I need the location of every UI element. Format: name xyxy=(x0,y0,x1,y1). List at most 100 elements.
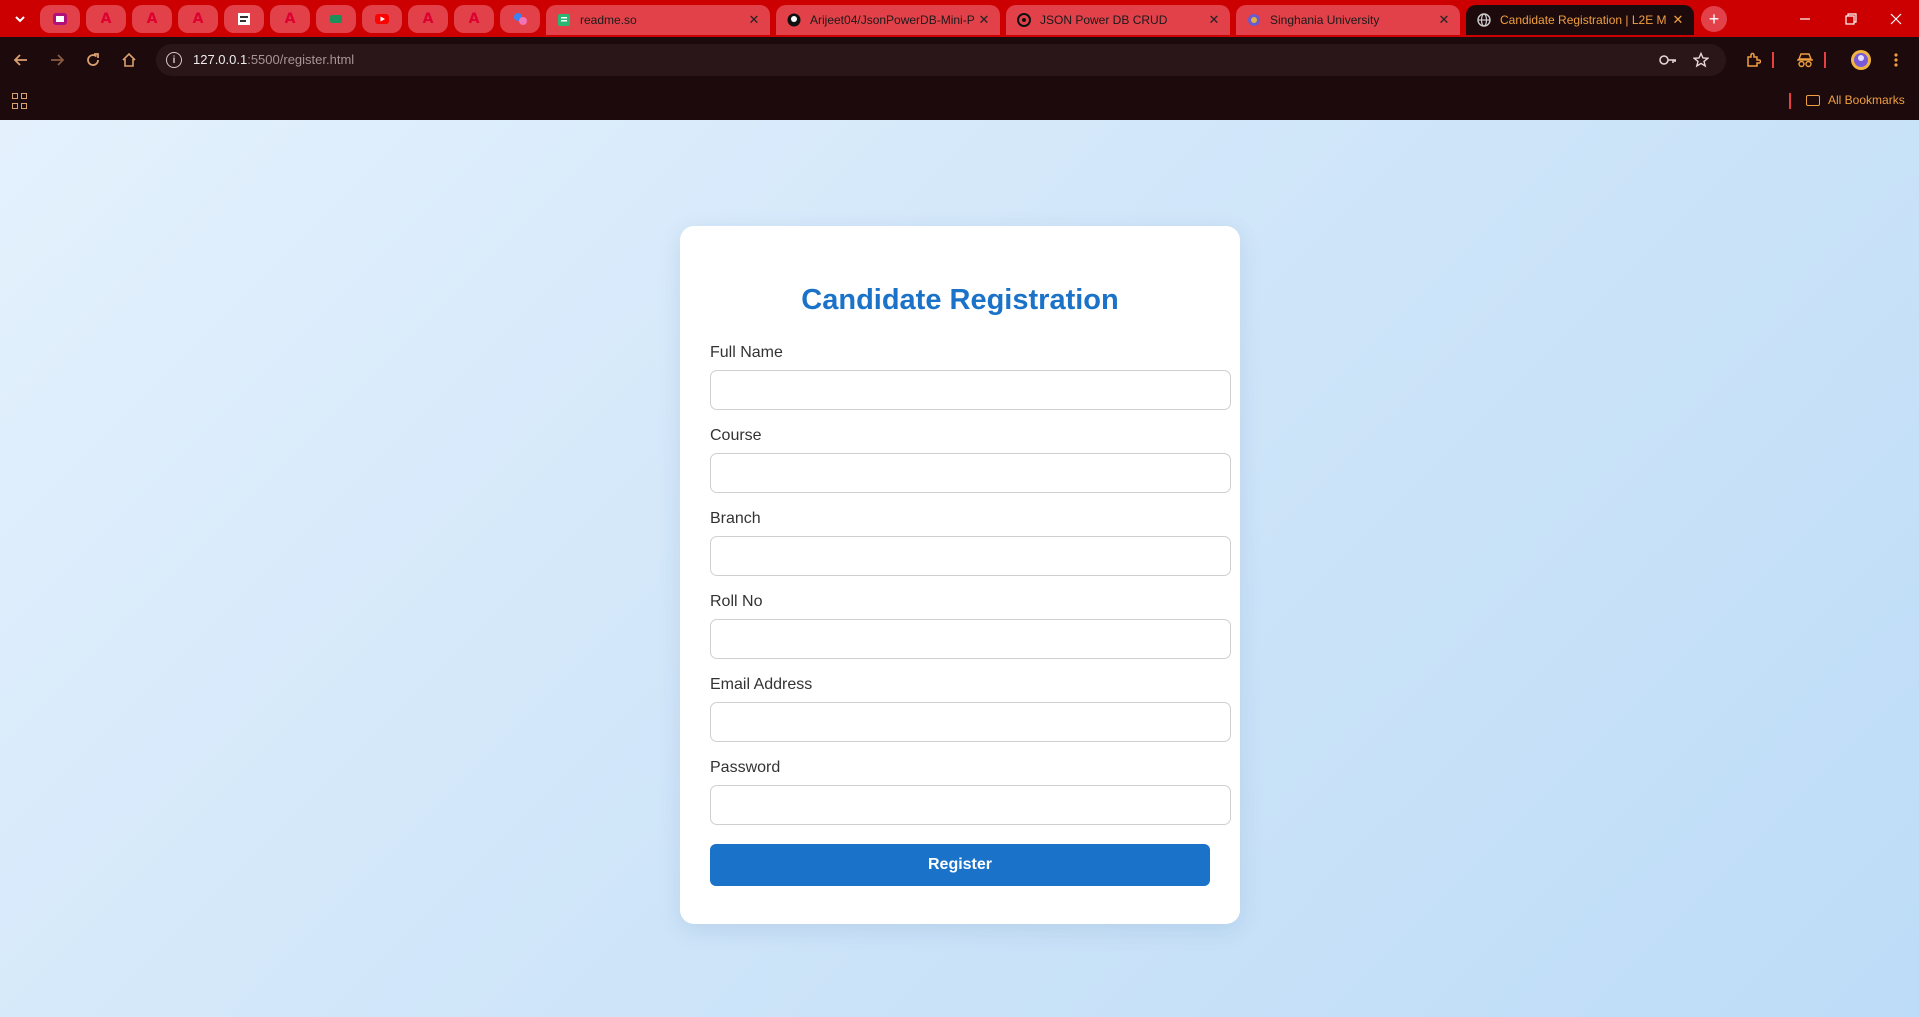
branch-label: Branch xyxy=(710,510,761,527)
readme-icon xyxy=(556,12,572,28)
site-info-icon[interactable]: i xyxy=(166,52,182,68)
pinned-tab-1[interactable] xyxy=(40,5,80,33)
globe-icon xyxy=(1476,12,1492,28)
roll-no-input[interactable] xyxy=(710,619,1231,659)
close-icon[interactable]: ✕ xyxy=(746,12,762,28)
avatar-icon xyxy=(1851,50,1871,70)
forward-button[interactable] xyxy=(44,47,70,73)
branch-input[interactable] xyxy=(710,536,1231,576)
course-input[interactable] xyxy=(710,453,1231,493)
tab-jsonpowerdb[interactable]: JSON Power DB CRUD ✕ xyxy=(1006,5,1230,35)
minimize-icon xyxy=(1800,17,1810,20)
pinned-tab-3[interactable]: A xyxy=(132,5,172,33)
menu-button[interactable] xyxy=(1883,47,1909,73)
pinned-tab-7[interactable] xyxy=(316,5,356,33)
close-icon[interactable]: ✕ xyxy=(1670,12,1686,28)
password-label: Password xyxy=(710,759,781,776)
email-label: Email Address xyxy=(710,676,813,693)
address-bar[interactable]: i 127.0.0.1:5500/register.html xyxy=(156,44,1726,76)
full-name-label: Full Name xyxy=(710,344,783,361)
email-input[interactable] xyxy=(710,702,1231,742)
apps-grid-icon[interactable] xyxy=(12,93,28,109)
youtube-icon xyxy=(374,11,390,27)
pinned-tab-10[interactable]: A xyxy=(454,5,494,33)
url-text[interactable]: 127.0.0.1:5500/register.html xyxy=(193,52,354,67)
incognito-button[interactable] xyxy=(1792,47,1818,73)
tab-singhania[interactable]: Singhania University ✕ xyxy=(1236,5,1460,35)
registration-card: Candidate Registration Full Name Course … xyxy=(680,226,1240,924)
tab-readme[interactable]: readme.so ✕ xyxy=(546,5,770,35)
purple-app-icon xyxy=(52,11,68,27)
full-name-input[interactable] xyxy=(710,370,1231,410)
puzzle-icon xyxy=(1747,52,1761,67)
reload-icon xyxy=(87,53,99,66)
register-button[interactable]: Register xyxy=(710,844,1210,886)
home-icon xyxy=(122,52,136,67)
close-icon[interactable]: ✕ xyxy=(976,12,992,28)
all-bookmarks-button[interactable]: All Bookmarks xyxy=(1806,93,1905,107)
angular-icon: A xyxy=(468,11,480,27)
angular-icon: A xyxy=(146,11,158,27)
toolbar-separator xyxy=(1818,47,1832,73)
tab-strip: A A A A A A readme.so ✕ Arijeet04/JsonPo… xyxy=(0,0,1919,37)
more-vert-icon xyxy=(1894,53,1898,67)
openai-icon xyxy=(1016,12,1032,28)
chevron-down-icon xyxy=(15,16,25,23)
restore-button[interactable] xyxy=(1828,0,1874,37)
green-app-icon xyxy=(328,11,344,27)
angular-icon: A xyxy=(100,11,112,27)
arrow-left-icon xyxy=(13,54,27,66)
pinned-tab-5[interactable] xyxy=(224,5,264,33)
tab-title: Singhania University xyxy=(1270,13,1380,27)
all-bookmarks-label: All Bookmarks xyxy=(1828,93,1905,107)
pinned-tab-4[interactable]: A xyxy=(178,5,218,33)
bookmarks-separator xyxy=(1789,93,1791,109)
page-viewport: Candidate Registration Full Name Course … xyxy=(0,120,1919,1017)
arrow-right-icon xyxy=(51,54,65,66)
roll-no-label: Roll No xyxy=(710,593,763,610)
profile-avatar[interactable] xyxy=(1848,47,1874,73)
tab-search-button[interactable] xyxy=(7,8,33,30)
close-icon xyxy=(1890,13,1902,24)
tab-title: Candidate Registration | L2E M xyxy=(1500,13,1667,27)
university-icon xyxy=(1246,12,1262,28)
minimize-button[interactable] xyxy=(1782,0,1828,37)
bookmarks-bar: All Bookmarks xyxy=(0,84,1919,120)
password-key-icon[interactable] xyxy=(1658,50,1678,70)
pinned-tab-2[interactable]: A xyxy=(86,5,126,33)
url-host: 127.0.0.1 xyxy=(193,52,248,67)
close-window-button[interactable] xyxy=(1873,0,1919,37)
incognito-icon xyxy=(1797,53,1813,68)
page-title: Candidate Registration xyxy=(801,284,1119,316)
github-icon xyxy=(786,12,802,28)
close-icon[interactable]: ✕ xyxy=(1206,12,1222,28)
restore-icon xyxy=(1845,12,1857,25)
angular-icon: A xyxy=(284,11,296,27)
browser-toolbar: i 127.0.0.1:5500/register.html xyxy=(0,37,1919,84)
folder-icon xyxy=(1806,94,1820,106)
bookmark-star-icon[interactable] xyxy=(1691,50,1711,70)
pinned-tab-6[interactable]: A xyxy=(270,5,310,33)
close-icon[interactable]: ✕ xyxy=(1436,12,1452,28)
password-input[interactable] xyxy=(710,785,1231,825)
new-tab-button[interactable]: + xyxy=(1701,6,1727,32)
angular-icon: A xyxy=(192,11,204,27)
course-label: Course xyxy=(710,427,762,444)
tab-title: Arijeet04/JsonPowerDB-Mini-P xyxy=(810,13,975,27)
tab-github[interactable]: Arijeet04/JsonPowerDB-Mini-P ✕ xyxy=(776,5,1000,35)
tab-title: JSON Power DB CRUD xyxy=(1040,13,1168,27)
pinned-tab-9[interactable]: A xyxy=(408,5,448,33)
document-icon xyxy=(236,11,252,27)
pinned-tab-8[interactable] xyxy=(362,5,402,33)
tab-title: readme.so xyxy=(580,13,637,27)
tab-candidate-registration[interactable]: Candidate Registration | L2E M ✕ xyxy=(1466,5,1694,35)
pinned-tab-11[interactable] xyxy=(500,5,540,33)
home-button[interactable] xyxy=(116,47,142,73)
url-path: :5500/register.html xyxy=(247,52,355,67)
puzzle-app-icon xyxy=(512,11,528,27)
angular-icon: A xyxy=(422,11,434,27)
toolbar-separator xyxy=(1766,47,1780,73)
reload-button[interactable] xyxy=(80,47,106,73)
back-button[interactable] xyxy=(8,47,34,73)
extensions-button[interactable] xyxy=(1740,47,1766,73)
